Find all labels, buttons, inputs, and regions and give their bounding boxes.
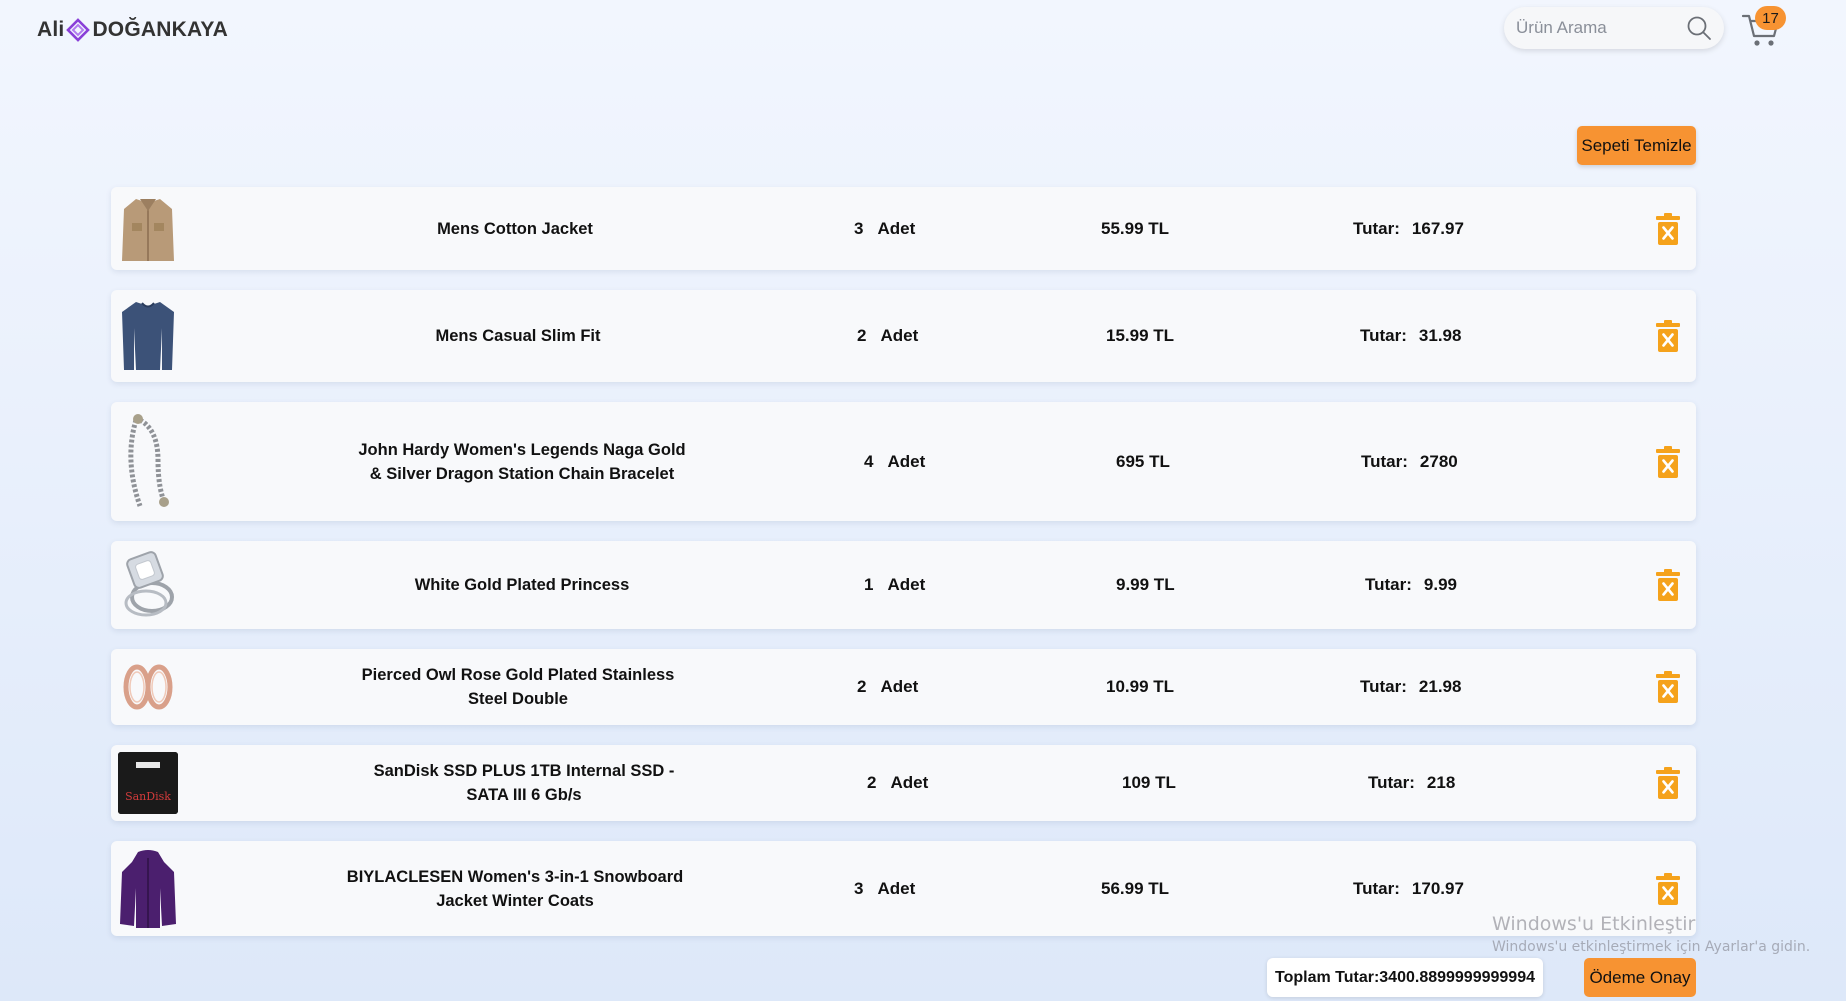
quantity-value: 1 — [864, 575, 874, 594]
quantity-value: 2 — [857, 677, 867, 696]
quantity-value: 2 — [857, 326, 867, 345]
grand-total: Toplam Tutar:3400.8899999999994 — [1267, 958, 1543, 997]
total-value: 218 — [1426, 773, 1456, 792]
item-total: Tutar: 2780 — [1361, 452, 1458, 472]
item-quantity: 2 Adet — [857, 326, 918, 346]
quantity-unit: Adet — [887, 451, 926, 471]
item-name: Mens Cotton Jacket — [437, 219, 593, 238]
cart-item-row: BIYLACLESEN Women's 3-in-1 Snowboard Jac… — [111, 841, 1696, 936]
bracelet-image — [118, 410, 178, 514]
clear-cart-button[interactable]: Sepeti Temizle — [1577, 126, 1696, 165]
quantity-value: 2 — [867, 773, 877, 792]
item-name: BIYLACLESEN Women's 3-in-1 Snowboard Jac… — [346, 867, 684, 910]
quantity-unit: Adet — [877, 878, 916, 898]
item-name: John Hardy Women's Legends Naga Gold & S… — [358, 440, 686, 483]
ssd-image: SanDisk — [118, 752, 178, 814]
item-total: Tutar: 31.98 — [1360, 326, 1461, 346]
jacket-image — [118, 193, 178, 265]
total-label: Tutar: — [1365, 575, 1412, 594]
item-quantity: 1 Adet — [864, 575, 925, 595]
total-label: Tutar: — [1360, 326, 1407, 345]
search-bar — [1504, 7, 1724, 49]
item-quantity: 3 Adet — [854, 219, 915, 239]
ring-image — [118, 549, 178, 621]
total-value: 170.97 — [1411, 878, 1464, 898]
quantity-unit: Adet — [887, 575, 926, 594]
shirt-image — [118, 300, 178, 372]
total-value: 21.98 — [1418, 677, 1462, 696]
trash-icon[interactable] — [1655, 445, 1681, 478]
watermark-subtitle: Windows'u etkinleştirmek için Ayarlar'a … — [1492, 939, 1811, 955]
quantity-value: 3 — [854, 878, 864, 898]
item-price: 15.99 TL — [1106, 326, 1175, 345]
logo-text-first: Ali — [37, 18, 65, 41]
total-value: 167.97 — [1411, 218, 1464, 238]
quantity-unit: Adet — [890, 773, 929, 792]
confirm-payment-button[interactable]: Ödeme Onay — [1584, 958, 1696, 997]
total-label: Tutar: — [1353, 218, 1400, 238]
quantity-unit: Adet — [877, 218, 916, 238]
diamond-logo-icon — [66, 18, 91, 42]
item-quantity: 4 Adet — [864, 452, 925, 472]
item-name: SanDisk SSD PLUS 1TB Internal SSD - SATA… — [373, 762, 675, 804]
item-price: 55.99 TL — [1101, 218, 1170, 238]
total-value: 2780 — [1419, 451, 1458, 471]
svg-text:SanDisk: SanDisk — [125, 790, 171, 803]
total-label: Tutar: — [1353, 878, 1400, 898]
quantity-value: 3 — [854, 218, 864, 238]
cart-count-badge: 17 — [1755, 6, 1786, 30]
cart-item-row: Mens Cotton Jacket 3 Adet 55.99 TL Tutar:… — [111, 187, 1696, 270]
trash-icon[interactable] — [1655, 671, 1681, 703]
trash-icon[interactable] — [1655, 212, 1681, 245]
quantity-unit: Adet — [880, 677, 919, 696]
cart-item-row: White Gold Plated Princess 1 Adet 9.99 TL… — [111, 541, 1696, 629]
item-name: Pierced Owl Rose Gold Plated Stainless S… — [361, 666, 675, 708]
item-price: 109 TL — [1122, 773, 1176, 792]
item-total: Tutar: 218 — [1368, 773, 1455, 793]
cart-item-row: Mens Casual Slim Fit 2 Adet 15.99 TL Tuta… — [111, 290, 1696, 382]
item-total: Tutar: 21.98 — [1360, 677, 1461, 697]
windows-activation-watermark: Windows'u Etkinleştir Windows'u etkinleş… — [1492, 913, 1810, 955]
trash-icon[interactable] — [1655, 872, 1681, 905]
trash-icon[interactable] — [1655, 767, 1681, 799]
trash-icon[interactable] — [1655, 569, 1681, 601]
total-label: Tutar: — [1361, 451, 1408, 471]
cart-item-row: John Hardy Women's Legends Naga Gold & S… — [111, 402, 1696, 521]
total-label: Tutar: — [1360, 677, 1407, 696]
item-quantity: 2 Adet — [867, 773, 928, 793]
item-name: Mens Casual Slim Fit — [435, 327, 601, 345]
search-input[interactable] — [1516, 18, 1686, 38]
item-quantity: 2 Adet — [857, 677, 918, 697]
watermark-title: Windows'u Etkinleştir — [1492, 913, 1696, 935]
search-icon[interactable] — [1686, 15, 1712, 41]
quantity-unit: Adet — [880, 326, 919, 345]
total-label: Tutar: — [1368, 773, 1415, 792]
item-price: 9.99 TL — [1116, 575, 1175, 594]
purple-jacket-image — [118, 848, 178, 930]
item-total: Tutar: 9.99 — [1365, 575, 1457, 595]
total-value: 9.99 — [1423, 575, 1457, 594]
item-total: Tutar: 170.97 — [1353, 879, 1464, 899]
item-price: 695 TL — [1116, 451, 1170, 471]
item-price: 56.99 TL — [1101, 878, 1170, 898]
logo-text-last: DOĞANKAYA — [92, 18, 229, 41]
item-quantity: 3 Adet — [854, 879, 915, 899]
item-total: Tutar: 167.97 — [1353, 219, 1464, 239]
rose-gold-rings-image — [118, 656, 178, 718]
trash-icon[interactable] — [1655, 320, 1681, 352]
total-value: 31.98 — [1418, 326, 1462, 345]
cart-item-row: SanDisk SanDisk SSD PLUS 1TB Internal SS… — [111, 745, 1696, 821]
quantity-value: 4 — [864, 451, 874, 471]
item-name: White Gold Plated Princess — [414, 576, 630, 594]
logo[interactable]: Ali DOĞANKAYA — [37, 18, 228, 42]
cart-item-row: Pierced Owl Rose Gold Plated Stainless S… — [111, 649, 1696, 725]
item-price: 10.99 TL — [1106, 677, 1175, 696]
